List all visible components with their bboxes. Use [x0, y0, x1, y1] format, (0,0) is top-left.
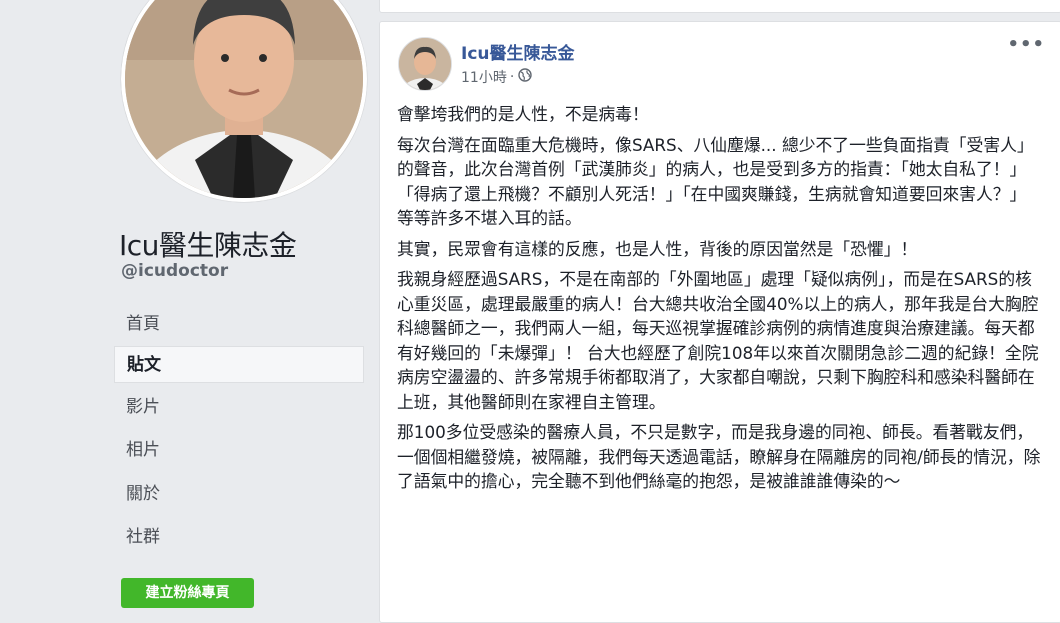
more-options-icon[interactable]: •••: [1007, 34, 1045, 55]
nav-item-community[interactable]: 社群: [114, 519, 364, 556]
post-paragraph: 我親身經歷過SARS，不是在南部的「外圍地區」處理「疑似病例」，而是在SARS的…: [397, 269, 1039, 412]
globe-icon[interactable]: [518, 68, 532, 86]
nav-item-label: 社群: [126, 527, 160, 547]
post-paragraph: 每次台灣在面臨重大危機時，像SARS、八仙塵爆... 總少不了一些負面指責「受害…: [397, 134, 1034, 229]
nav-item-posts[interactable]: 貼文: [114, 346, 364, 383]
nav-item-label: 貼文: [127, 355, 161, 375]
post-paragraph: 其實，民眾會有這樣的反應，也是人性，背後的原因當然是「恐懼」！: [397, 238, 918, 259]
nav-item-label: 影片: [126, 397, 160, 417]
post-card: Icu醫生陳志金 11小時 · ••• 會擊垮我們的是人性，不是病毒！ 每次台灣…: [379, 21, 1060, 623]
create-page-button[interactable]: 建立粉絲專頁: [121, 578, 254, 608]
nav-item-about[interactable]: 關於: [114, 476, 364, 513]
post-timestamp[interactable]: 11小時: [461, 67, 507, 87]
post-meta: 11小時 ·: [461, 67, 532, 87]
post-paragraph: 那100多位受感染的醫療人員，不只是數字，而是我身邊的同袍、師長。看著戰友們，一…: [397, 422, 1041, 491]
post-author-avatar[interactable]: [398, 37, 452, 91]
nav-item-videos[interactable]: 影片: [114, 389, 364, 426]
nav-item-label: 相片: [126, 440, 160, 460]
nav-item-photos[interactable]: 相片: [114, 432, 364, 469]
post-body: 會擊垮我們的是人性，不是病毒！ 每次台灣在面臨重大危機時，像SARS、八仙塵爆.…: [397, 102, 1043, 500]
profile-picture[interactable]: [121, 0, 367, 202]
page-username: @icudoctor: [121, 261, 229, 281]
meta-separator: ·: [509, 69, 515, 85]
previous-card-edge: [379, 0, 1060, 13]
post-paragraph: 會擊垮我們的是人性，不是病毒！: [397, 104, 649, 124]
nav-item-label: 關於: [126, 484, 160, 504]
nav-item-label: 首頁: [126, 314, 160, 334]
post-author-name[interactable]: Icu醫生陳志金: [461, 39, 575, 64]
profile-photo: [125, 0, 363, 198]
nav-item-home[interactable]: 首頁: [114, 306, 364, 343]
avatar-photo: [399, 38, 451, 90]
page-title[interactable]: Icu醫生陳志金: [119, 224, 297, 264]
